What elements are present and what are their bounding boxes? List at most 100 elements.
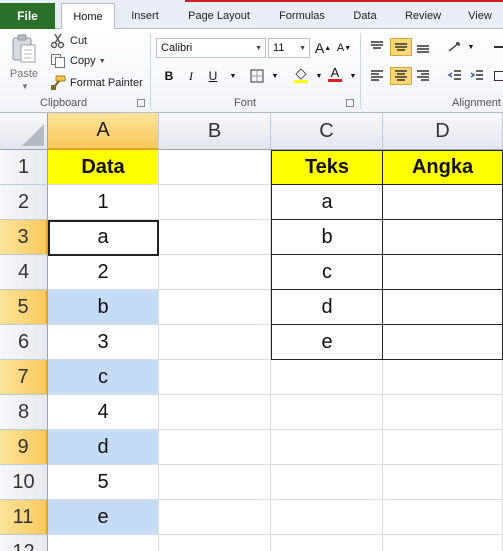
cell-b7[interactable]	[159, 360, 271, 395]
paste-button[interactable]: Paste ▼	[6, 32, 42, 92]
tab-review[interactable]: Review	[396, 3, 450, 29]
cell-b6[interactable]	[159, 325, 271, 360]
row-header-8[interactable]: 8	[0, 395, 48, 430]
cell-b9[interactable]	[159, 430, 271, 465]
font-name-select[interactable]: Calibri ▼	[156, 38, 266, 58]
cell-d8[interactable]	[383, 395, 503, 430]
align-right-button[interactable]	[414, 67, 432, 85]
cell-b8[interactable]	[159, 395, 271, 430]
cell-a1[interactable]: Data	[48, 150, 159, 185]
cell-b2[interactable]	[159, 185, 271, 220]
cell-b1[interactable]	[159, 150, 271, 185]
underline-button[interactable]: U	[204, 67, 222, 85]
column-header-c[interactable]: C	[271, 113, 383, 150]
font-color-button[interactable]: A	[326, 65, 344, 83]
cell-a12[interactable]	[48, 535, 159, 551]
font-launcher-icon[interactable]	[346, 99, 354, 107]
cell-d11[interactable]	[383, 500, 503, 535]
cell-b3[interactable]	[159, 220, 271, 255]
cell-c8[interactable]	[271, 395, 383, 430]
tab-file[interactable]: File	[0, 3, 55, 29]
shrink-font-button[interactable]: A ▼	[335, 39, 353, 57]
bold-button[interactable]: B	[160, 67, 178, 85]
row-header-9[interactable]: 9	[0, 430, 48, 465]
borders-dropdown[interactable]: ▼	[266, 67, 284, 85]
cell-d3[interactable]	[383, 220, 503, 255]
row-header-10[interactable]: 10	[0, 465, 48, 500]
wrap-text-button[interactable]	[490, 38, 503, 56]
cell-c6[interactable]: e	[271, 325, 383, 360]
decrease-indent-button[interactable]	[446, 67, 464, 85]
tab-home[interactable]: Home	[61, 3, 115, 30]
cell-c11[interactable]	[271, 500, 383, 535]
cell-a8[interactable]: 4	[48, 395, 159, 430]
fill-color-button[interactable]	[292, 67, 310, 85]
cut-button[interactable]: Cut	[50, 31, 87, 51]
increase-indent-button[interactable]	[468, 67, 486, 85]
align-middle-button[interactable]	[390, 38, 412, 56]
cell-a5[interactable]: b	[48, 290, 159, 325]
cell-d4[interactable]	[383, 255, 503, 290]
cell-b10[interactable]	[159, 465, 271, 500]
cell-c4[interactable]: c	[271, 255, 383, 290]
tab-data[interactable]: Data	[343, 3, 387, 29]
cell-a9[interactable]: d	[48, 430, 159, 465]
cell-d2[interactable]	[383, 185, 503, 220]
column-header-a[interactable]: A	[48, 113, 159, 150]
cell-c2[interactable]: a	[271, 185, 383, 220]
cell-d6[interactable]	[383, 325, 503, 360]
align-top-button[interactable]	[368, 38, 386, 56]
row-header-11[interactable]: 11	[0, 500, 48, 535]
row-header-4[interactable]: 4	[0, 255, 48, 290]
format-painter-button[interactable]: Format Painter	[50, 73, 143, 93]
cell-b5[interactable]	[159, 290, 271, 325]
cell-c12[interactable]	[271, 535, 383, 551]
clipboard-launcher-icon[interactable]	[137, 99, 145, 107]
tab-insert[interactable]: Insert	[122, 3, 168, 29]
underline-dropdown[interactable]: ▼	[224, 67, 242, 85]
column-header-b[interactable]: B	[159, 113, 271, 150]
cell-c3[interactable]: b	[271, 220, 383, 255]
cell-a6[interactable]: 3	[48, 325, 159, 360]
align-center-button[interactable]	[390, 67, 412, 85]
italic-button[interactable]: I	[182, 67, 200, 85]
grow-font-button[interactable]: A ▲	[314, 39, 332, 57]
tab-view[interactable]: View	[460, 3, 500, 29]
align-left-button[interactable]	[368, 67, 386, 85]
cell-a3[interactable]: a	[48, 220, 159, 255]
row-header-6[interactable]: 6	[0, 325, 48, 360]
tab-formulas[interactable]: Formulas	[269, 3, 335, 29]
worksheet-grid[interactable]: A B C D 1 2 3 4 5 6 7 8 9 10 11 12 Data …	[0, 113, 503, 551]
tab-page-layout[interactable]: Page Layout	[178, 3, 260, 29]
cell-c10[interactable]	[271, 465, 383, 500]
cell-d12[interactable]	[383, 535, 503, 551]
row-header-3[interactable]: 3	[0, 220, 48, 255]
row-header-2[interactable]: 2	[0, 185, 48, 220]
row-header-12[interactable]: 12	[0, 535, 48, 551]
align-bottom-button[interactable]	[414, 38, 432, 56]
row-header-7[interactable]: 7	[0, 360, 48, 395]
cell-a7[interactable]: c	[48, 360, 159, 395]
cell-b4[interactable]	[159, 255, 271, 290]
cell-c1[interactable]: Teks	[271, 150, 383, 185]
borders-button[interactable]	[248, 67, 266, 85]
cell-c9[interactable]	[271, 430, 383, 465]
orientation-dropdown[interactable]: ▼	[462, 38, 480, 56]
cell-c5[interactable]: d	[271, 290, 383, 325]
select-all-button[interactable]	[0, 113, 48, 150]
cell-d10[interactable]	[383, 465, 503, 500]
row-header-5[interactable]: 5	[0, 290, 48, 325]
copy-button[interactable]: Copy ▼	[50, 51, 106, 71]
cell-a10[interactable]: 5	[48, 465, 159, 500]
cell-b11[interactable]	[159, 500, 271, 535]
cell-a2[interactable]: 1	[48, 185, 159, 220]
cell-b12[interactable]	[159, 535, 271, 551]
cell-d9[interactable]	[383, 430, 503, 465]
row-header-1[interactable]: 1	[0, 150, 48, 185]
font-size-select[interactable]: 11 ▼	[268, 38, 310, 58]
column-header-d[interactable]: D	[383, 113, 503, 150]
cell-d5[interactable]	[383, 290, 503, 325]
cell-d1[interactable]: Angka	[383, 150, 503, 185]
cell-c7[interactable]	[271, 360, 383, 395]
cell-d7[interactable]	[383, 360, 503, 395]
